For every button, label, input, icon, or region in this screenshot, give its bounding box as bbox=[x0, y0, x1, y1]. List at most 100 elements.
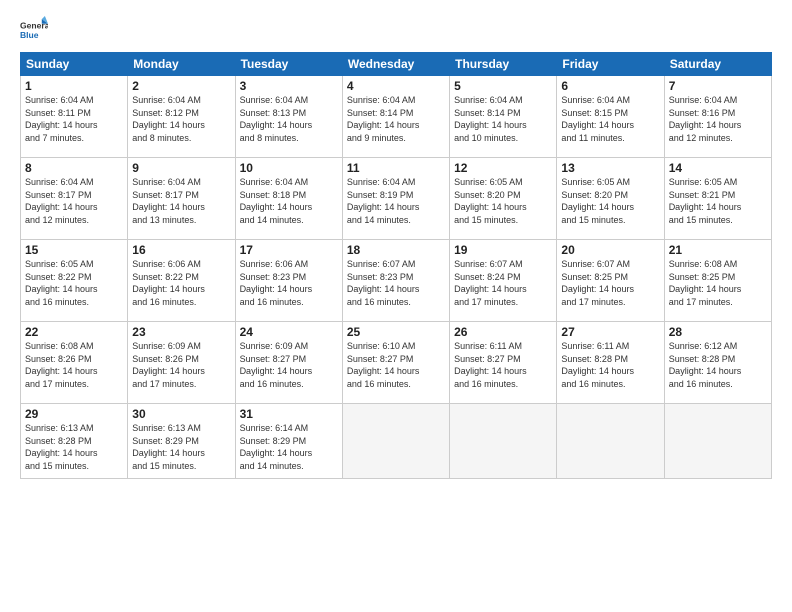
day-number: 21 bbox=[669, 243, 767, 257]
calendar-cell: 28Sunrise: 6:12 AM Sunset: 8:28 PM Dayli… bbox=[664, 322, 771, 404]
day-number: 16 bbox=[132, 243, 230, 257]
day-info: Sunrise: 6:04 AM Sunset: 8:18 PM Dayligh… bbox=[240, 176, 338, 226]
week-row-5: 29Sunrise: 6:13 AM Sunset: 8:28 PM Dayli… bbox=[21, 404, 772, 479]
day-info: Sunrise: 6:08 AM Sunset: 8:26 PM Dayligh… bbox=[25, 340, 123, 390]
calendar-cell: 22Sunrise: 6:08 AM Sunset: 8:26 PM Dayli… bbox=[21, 322, 128, 404]
weekday-header-row: SundayMondayTuesdayWednesdayThursdayFrid… bbox=[21, 53, 772, 76]
calendar-cell: 8Sunrise: 6:04 AM Sunset: 8:17 PM Daylig… bbox=[21, 158, 128, 240]
day-info: Sunrise: 6:14 AM Sunset: 8:29 PM Dayligh… bbox=[240, 422, 338, 472]
calendar-cell bbox=[664, 404, 771, 479]
calendar-cell: 23Sunrise: 6:09 AM Sunset: 8:26 PM Dayli… bbox=[128, 322, 235, 404]
day-number: 17 bbox=[240, 243, 338, 257]
day-number: 13 bbox=[561, 161, 659, 175]
day-number: 25 bbox=[347, 325, 445, 339]
day-info: Sunrise: 6:09 AM Sunset: 8:26 PM Dayligh… bbox=[132, 340, 230, 390]
day-info: Sunrise: 6:04 AM Sunset: 8:16 PM Dayligh… bbox=[669, 94, 767, 144]
day-number: 12 bbox=[454, 161, 552, 175]
weekday-header-tuesday: Tuesday bbox=[235, 53, 342, 76]
day-number: 1 bbox=[25, 79, 123, 93]
day-number: 8 bbox=[25, 161, 123, 175]
day-info: Sunrise: 6:04 AM Sunset: 8:19 PM Dayligh… bbox=[347, 176, 445, 226]
calendar-cell bbox=[342, 404, 449, 479]
calendar-cell: 2Sunrise: 6:04 AM Sunset: 8:12 PM Daylig… bbox=[128, 76, 235, 158]
weekday-header-friday: Friday bbox=[557, 53, 664, 76]
calendar-cell: 16Sunrise: 6:06 AM Sunset: 8:22 PM Dayli… bbox=[128, 240, 235, 322]
day-number: 5 bbox=[454, 79, 552, 93]
day-number: 31 bbox=[240, 407, 338, 421]
page: General Blue SundayMondayTuesdayWednesda… bbox=[0, 0, 792, 612]
day-info: Sunrise: 6:08 AM Sunset: 8:25 PM Dayligh… bbox=[669, 258, 767, 308]
day-number: 6 bbox=[561, 79, 659, 93]
calendar-cell: 11Sunrise: 6:04 AM Sunset: 8:19 PM Dayli… bbox=[342, 158, 449, 240]
day-info: Sunrise: 6:13 AM Sunset: 8:28 PM Dayligh… bbox=[25, 422, 123, 472]
weekday-header-saturday: Saturday bbox=[664, 53, 771, 76]
calendar-cell: 3Sunrise: 6:04 AM Sunset: 8:13 PM Daylig… bbox=[235, 76, 342, 158]
week-row-3: 15Sunrise: 6:05 AM Sunset: 8:22 PM Dayli… bbox=[21, 240, 772, 322]
day-info: Sunrise: 6:11 AM Sunset: 8:28 PM Dayligh… bbox=[561, 340, 659, 390]
svg-text:Blue: Blue bbox=[20, 30, 39, 40]
day-number: 14 bbox=[669, 161, 767, 175]
logo-bird-icon: General Blue bbox=[20, 16, 48, 44]
day-info: Sunrise: 6:11 AM Sunset: 8:27 PM Dayligh… bbox=[454, 340, 552, 390]
weekday-header-wednesday: Wednesday bbox=[342, 53, 449, 76]
day-info: Sunrise: 6:04 AM Sunset: 8:17 PM Dayligh… bbox=[132, 176, 230, 226]
calendar-cell: 7Sunrise: 6:04 AM Sunset: 8:16 PM Daylig… bbox=[664, 76, 771, 158]
day-info: Sunrise: 6:04 AM Sunset: 8:14 PM Dayligh… bbox=[347, 94, 445, 144]
day-number: 20 bbox=[561, 243, 659, 257]
weekday-header-thursday: Thursday bbox=[450, 53, 557, 76]
day-number: 7 bbox=[669, 79, 767, 93]
calendar-cell: 19Sunrise: 6:07 AM Sunset: 8:24 PM Dayli… bbox=[450, 240, 557, 322]
day-number: 27 bbox=[561, 325, 659, 339]
calendar-cell: 27Sunrise: 6:11 AM Sunset: 8:28 PM Dayli… bbox=[557, 322, 664, 404]
day-info: Sunrise: 6:13 AM Sunset: 8:29 PM Dayligh… bbox=[132, 422, 230, 472]
day-info: Sunrise: 6:12 AM Sunset: 8:28 PM Dayligh… bbox=[669, 340, 767, 390]
day-info: Sunrise: 6:04 AM Sunset: 8:14 PM Dayligh… bbox=[454, 94, 552, 144]
day-info: Sunrise: 6:05 AM Sunset: 8:20 PM Dayligh… bbox=[454, 176, 552, 226]
day-info: Sunrise: 6:05 AM Sunset: 8:22 PM Dayligh… bbox=[25, 258, 123, 308]
day-info: Sunrise: 6:04 AM Sunset: 8:12 PM Dayligh… bbox=[132, 94, 230, 144]
week-row-1: 1Sunrise: 6:04 AM Sunset: 8:11 PM Daylig… bbox=[21, 76, 772, 158]
calendar-cell: 13Sunrise: 6:05 AM Sunset: 8:20 PM Dayli… bbox=[557, 158, 664, 240]
day-number: 24 bbox=[240, 325, 338, 339]
calendar-cell bbox=[450, 404, 557, 479]
weekday-header-sunday: Sunday bbox=[21, 53, 128, 76]
calendar-cell: 5Sunrise: 6:04 AM Sunset: 8:14 PM Daylig… bbox=[450, 76, 557, 158]
calendar-cell bbox=[557, 404, 664, 479]
header: General Blue bbox=[20, 16, 772, 44]
calendar-cell: 30Sunrise: 6:13 AM Sunset: 8:29 PM Dayli… bbox=[128, 404, 235, 479]
calendar-cell: 29Sunrise: 6:13 AM Sunset: 8:28 PM Dayli… bbox=[21, 404, 128, 479]
week-row-2: 8Sunrise: 6:04 AM Sunset: 8:17 PM Daylig… bbox=[21, 158, 772, 240]
day-number: 4 bbox=[347, 79, 445, 93]
day-info: Sunrise: 6:06 AM Sunset: 8:23 PM Dayligh… bbox=[240, 258, 338, 308]
day-info: Sunrise: 6:04 AM Sunset: 8:13 PM Dayligh… bbox=[240, 94, 338, 144]
day-info: Sunrise: 6:07 AM Sunset: 8:23 PM Dayligh… bbox=[347, 258, 445, 308]
calendar-cell: 17Sunrise: 6:06 AM Sunset: 8:23 PM Dayli… bbox=[235, 240, 342, 322]
calendar-cell: 20Sunrise: 6:07 AM Sunset: 8:25 PM Dayli… bbox=[557, 240, 664, 322]
day-info: Sunrise: 6:07 AM Sunset: 8:25 PM Dayligh… bbox=[561, 258, 659, 308]
day-number: 2 bbox=[132, 79, 230, 93]
day-number: 29 bbox=[25, 407, 123, 421]
calendar-cell: 21Sunrise: 6:08 AM Sunset: 8:25 PM Dayli… bbox=[664, 240, 771, 322]
calendar-cell: 9Sunrise: 6:04 AM Sunset: 8:17 PM Daylig… bbox=[128, 158, 235, 240]
day-info: Sunrise: 6:04 AM Sunset: 8:15 PM Dayligh… bbox=[561, 94, 659, 144]
calendar-cell: 10Sunrise: 6:04 AM Sunset: 8:18 PM Dayli… bbox=[235, 158, 342, 240]
calendar-cell: 31Sunrise: 6:14 AM Sunset: 8:29 PM Dayli… bbox=[235, 404, 342, 479]
calendar-cell: 18Sunrise: 6:07 AM Sunset: 8:23 PM Dayli… bbox=[342, 240, 449, 322]
day-number: 3 bbox=[240, 79, 338, 93]
day-number: 9 bbox=[132, 161, 230, 175]
day-number: 15 bbox=[25, 243, 123, 257]
calendar-cell: 26Sunrise: 6:11 AM Sunset: 8:27 PM Dayli… bbox=[450, 322, 557, 404]
calendar-cell: 12Sunrise: 6:05 AM Sunset: 8:20 PM Dayli… bbox=[450, 158, 557, 240]
day-info: Sunrise: 6:04 AM Sunset: 8:11 PM Dayligh… bbox=[25, 94, 123, 144]
calendar-cell: 25Sunrise: 6:10 AM Sunset: 8:27 PM Dayli… bbox=[342, 322, 449, 404]
day-number: 22 bbox=[25, 325, 123, 339]
day-info: Sunrise: 6:07 AM Sunset: 8:24 PM Dayligh… bbox=[454, 258, 552, 308]
day-info: Sunrise: 6:04 AM Sunset: 8:17 PM Dayligh… bbox=[25, 176, 123, 226]
day-number: 19 bbox=[454, 243, 552, 257]
day-info: Sunrise: 6:10 AM Sunset: 8:27 PM Dayligh… bbox=[347, 340, 445, 390]
weekday-header-monday: Monday bbox=[128, 53, 235, 76]
day-number: 30 bbox=[132, 407, 230, 421]
day-number: 11 bbox=[347, 161, 445, 175]
calendar-cell: 6Sunrise: 6:04 AM Sunset: 8:15 PM Daylig… bbox=[557, 76, 664, 158]
day-info: Sunrise: 6:05 AM Sunset: 8:21 PM Dayligh… bbox=[669, 176, 767, 226]
